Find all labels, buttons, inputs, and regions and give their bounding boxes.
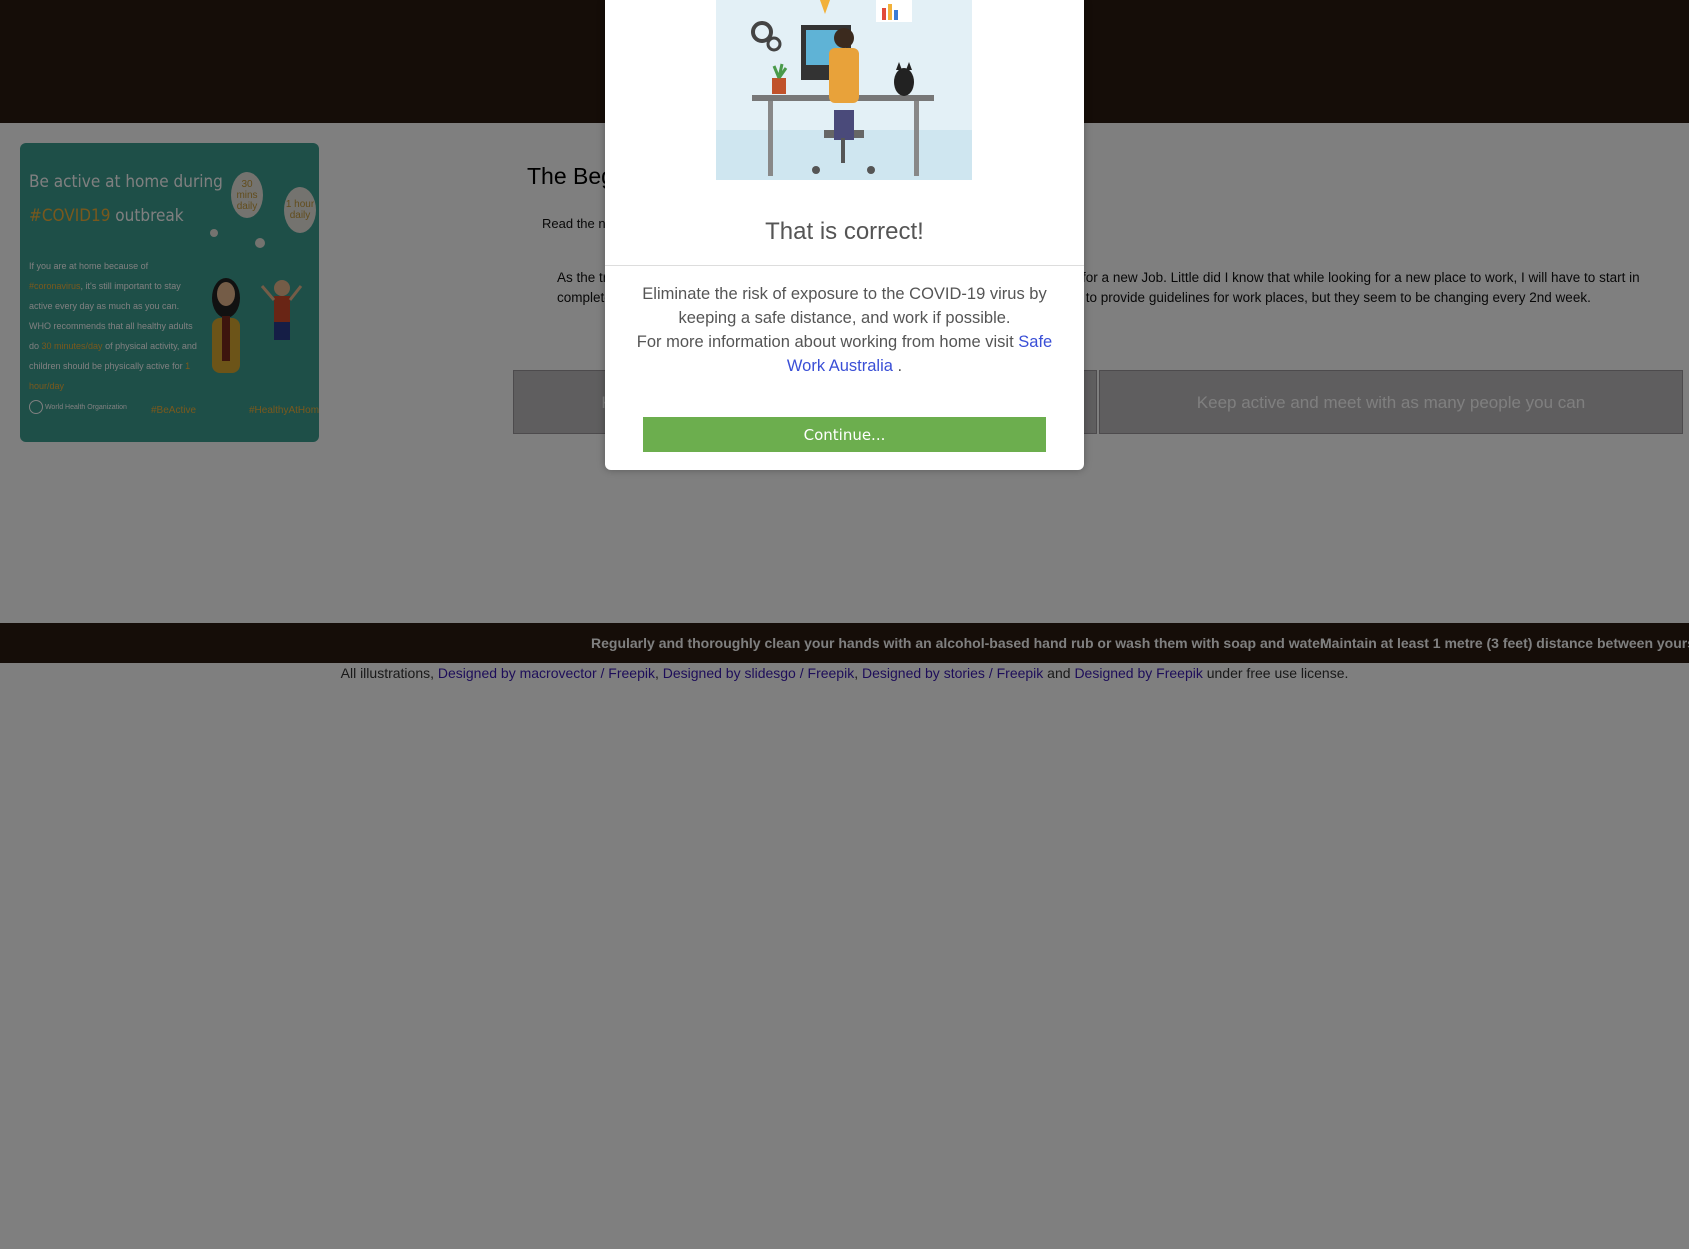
feedback-modal: That is correct! Eliminate the risk of e… <box>605 0 1084 470</box>
work-from-home-illustration <box>716 0 972 180</box>
modal-title: That is correct! <box>765 218 924 245</box>
modal-divider <box>605 265 1084 266</box>
modal-more-info-end: . <box>892 357 903 375</box>
modal-message: Eliminate the risk of exposure to the CO… <box>642 285 1047 327</box>
person-at-desk-illustration <box>716 0 972 180</box>
modal-more-info: For more information about working from … <box>633 330 1056 378</box>
modal-body: Eliminate the risk of exposure to the CO… <box>633 282 1056 378</box>
modal-more-info-text: For more information about working from … <box>636 333 1019 351</box>
continue-button[interactable]: Continue... <box>643 417 1046 452</box>
